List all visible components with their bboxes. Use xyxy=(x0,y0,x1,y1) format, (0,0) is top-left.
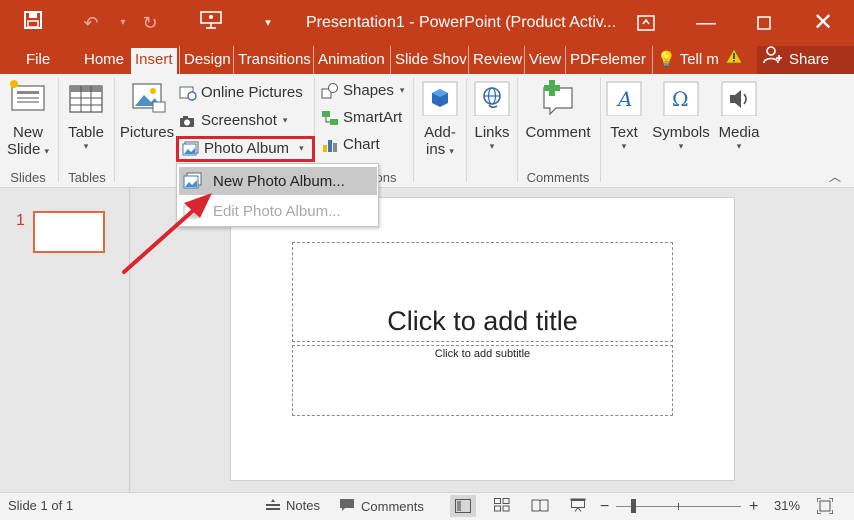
normal-view-icon[interactable] xyxy=(450,495,476,517)
comments-label: Comments xyxy=(361,499,424,514)
comments-button[interactable]: Comments xyxy=(339,498,424,515)
zoom-in-icon[interactable]: + xyxy=(749,498,758,516)
notes-icon xyxy=(266,498,280,513)
slideshow-icon[interactable] xyxy=(570,498,586,512)
comment-icon xyxy=(339,498,355,515)
zoom-level[interactable]: 31% xyxy=(774,498,800,513)
notes-label: Notes xyxy=(286,498,320,513)
notes-button[interactable]: Notes xyxy=(266,498,320,513)
status-bar: Slide 1 of 1 Notes Comments − + 31% xyxy=(0,492,854,520)
fit-to-window-icon[interactable] xyxy=(817,498,833,514)
zoom-slider-center-mark xyxy=(678,503,679,510)
slide-count: Slide 1 of 1 xyxy=(8,498,74,513)
zoom-out-icon[interactable]: − xyxy=(600,498,609,516)
zoom-slider-thumb[interactable] xyxy=(631,499,636,513)
reading-view-icon[interactable] xyxy=(531,498,549,512)
slide-sorter-icon[interactable] xyxy=(494,498,510,512)
annotation-arrow xyxy=(122,193,212,274)
